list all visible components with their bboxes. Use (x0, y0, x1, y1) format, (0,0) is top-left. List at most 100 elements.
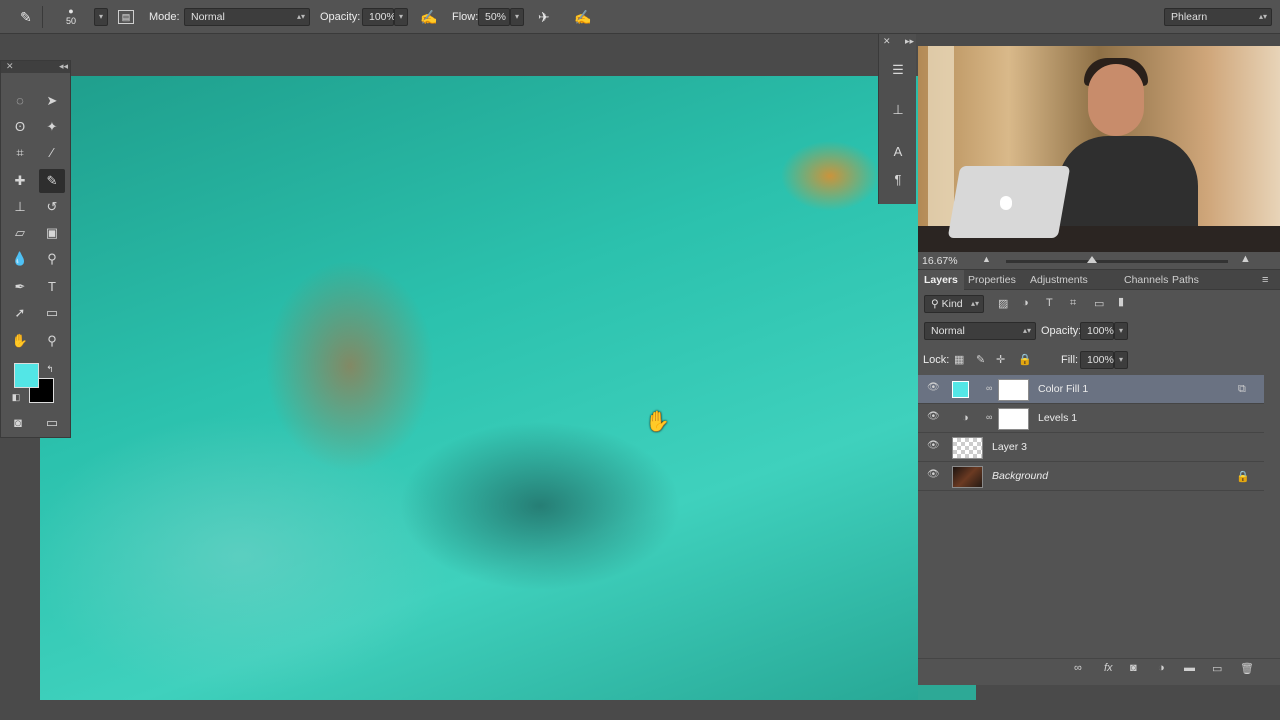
brush-size-picker[interactable]: ● 50 (66, 0, 76, 34)
layer-row-color-fill-1[interactable]: 👁 ∞ Color Fill 1 ⧉ (918, 375, 1264, 404)
paragraph-panel-icon[interactable]: ¶ (885, 168, 911, 192)
layer-mask-thumbnail[interactable] (998, 408, 1029, 430)
pen-tool-icon[interactable]: ✒ (7, 275, 33, 299)
brush-panel-toggle-icon[interactable]: ▤ (118, 0, 134, 34)
zoom-in-icon[interactable]: ▲ (1240, 253, 1251, 265)
layer-row-background[interactable]: 👁 Background 🔒 (918, 462, 1264, 491)
eyedropper-tool-icon[interactable]: ⁄ (39, 141, 65, 165)
link-layers-icon[interactable]: ∞ (1074, 662, 1082, 674)
filter-toggle-icon[interactable]: ▮ (1118, 295, 1124, 308)
mode-dropdown[interactable]: Normal ▴▾ (184, 8, 310, 26)
tab-properties[interactable]: Properties (962, 270, 1022, 290)
marquee-tool-icon[interactable]: ◌ (7, 89, 33, 113)
image-layer-thumbnail[interactable] (952, 466, 983, 488)
swap-colors-icon[interactable]: ↰ (37, 357, 63, 381)
quick-mask-icon[interactable]: ◙ (5, 411, 31, 435)
filter-adjustment-icon[interactable]: ◑ (1022, 297, 1029, 309)
zoom-tool-icon[interactable]: ⚲ (39, 329, 65, 353)
brush-picker-arrow[interactable]: ▾ (94, 8, 108, 26)
link-icon[interactable]: ∞ (986, 383, 992, 393)
move-tool-icon[interactable]: ➤ (39, 89, 65, 113)
type-tool-icon[interactable]: T (39, 275, 65, 299)
dodge-tool-icon[interactable]: ⚲ (39, 247, 65, 271)
tab-layers[interactable]: Layers (918, 270, 964, 290)
fill-arrow[interactable]: ▾ (1114, 351, 1128, 369)
eraser-tool-icon[interactable]: ▱ (7, 221, 33, 245)
layer-style-icon[interactable]: fx (1104, 662, 1113, 674)
transparent-layer-thumbnail[interactable] (952, 437, 983, 459)
new-adjustment-layer-icon[interactable]: ◑ (1158, 662, 1165, 674)
fill-field[interactable]: 100% (1080, 351, 1114, 369)
brush-presets-icon[interactable]: ☰ (885, 58, 911, 82)
layer-opacity-field[interactable]: 100% (1080, 322, 1114, 340)
layer-opacity-arrow[interactable]: ▾ (1114, 322, 1128, 340)
new-group-icon[interactable]: ▬ (1184, 662, 1195, 674)
close-icon[interactable]: ✕ (6, 61, 14, 72)
link-icon[interactable]: ∞ (986, 412, 992, 422)
close-icon[interactable]: ✕ (883, 36, 891, 47)
layer-row-levels-1[interactable]: 👁 ◑ ∞ Levels 1 (918, 404, 1264, 433)
brush-tool-icon[interactable]: ✎ (39, 169, 65, 193)
opacity-label: Opacity: (1041, 325, 1082, 337)
filter-kind-dropdown[interactable]: ⚲ Kind ▴▾ (924, 295, 984, 313)
layer-name[interactable]: Color Fill 1 (1038, 375, 1088, 404)
screen-mode-icon[interactable]: ▭ (39, 411, 65, 435)
gradient-tool-icon[interactable]: ▣ (39, 221, 65, 245)
rectangle-tool-icon[interactable]: ▭ (39, 301, 65, 325)
lock-all-icon[interactable]: 🔒 (1018, 353, 1032, 366)
pressure-size-icon[interactable]: ✍ (574, 0, 591, 34)
layer-mask-thumbnail[interactable] (998, 379, 1029, 401)
collapse-icon[interactable]: ◂◂ (59, 61, 68, 72)
pressure-opacity-icon[interactable]: ✍ (420, 0, 437, 34)
opacity-slider-arrow[interactable]: ▾ (394, 8, 408, 26)
visibility-eye-icon[interactable]: 👁 (927, 469, 941, 481)
expand-panels-icon[interactable]: ▸▸ (905, 36, 914, 47)
flow-field[interactable]: 50% (478, 8, 510, 26)
zoom-slider[interactable] (1006, 260, 1228, 263)
tools-panel-header[interactable]: ✕ ◂◂ (1, 61, 70, 73)
lock-pixels-icon[interactable]: ✎ (976, 353, 985, 366)
history-brush-tool-icon[interactable]: ↺ (39, 195, 65, 219)
blend-mode-dropdown[interactable]: Normal ▴▾ (924, 322, 1036, 340)
filter-smart-object-icon[interactable]: ▭ (1094, 297, 1104, 310)
lock-position-icon[interactable]: ✛ (996, 353, 1005, 366)
clone-source-icon[interactable]: ⊥ (885, 98, 911, 122)
visibility-eye-icon[interactable]: 👁 (927, 440, 941, 452)
character-panel-icon[interactable]: A (885, 140, 911, 164)
zoom-out-icon[interactable]: ▲ (982, 254, 991, 264)
tab-adjustments[interactable]: Adjustments (1024, 270, 1094, 290)
layer-name[interactable]: Levels 1 (1038, 404, 1077, 433)
visibility-eye-icon[interactable]: 👁 (927, 411, 941, 423)
layer-name[interactable]: Background (992, 462, 1048, 491)
tab-paths[interactable]: Paths (1166, 270, 1205, 290)
visibility-eye-icon[interactable]: 👁 (927, 382, 941, 394)
layer-row-layer-3[interactable]: 👁 Layer 3 (918, 433, 1264, 462)
path-selection-tool-icon[interactable]: ➚ (7, 301, 33, 325)
magic-wand-tool-icon[interactable]: ✦ (39, 115, 65, 139)
opacity-field[interactable]: 100% (362, 8, 396, 26)
workspace-switcher[interactable]: Phlearn ▴▾ (1164, 8, 1272, 26)
filter-pixel-icon[interactable]: ▨ (998, 297, 1008, 310)
blur-tool-icon[interactable]: 💧 (7, 247, 33, 271)
lasso-tool-icon[interactable]: ʘ (7, 115, 33, 139)
airbrush-icon[interactable]: ✈ (538, 0, 550, 34)
crop-tool-icon[interactable]: ⌗ (7, 141, 33, 165)
panel-menu-icon[interactable]: ≡ (1262, 274, 1268, 286)
hand-tool-icon[interactable]: ✋ (7, 329, 33, 353)
add-mask-icon[interactable]: ◙ (1130, 662, 1137, 674)
lock-transparency-icon[interactable]: ▦ (954, 353, 964, 366)
filter-type-icon[interactable]: T (1046, 297, 1053, 309)
zoom-slider-knob[interactable] (1087, 256, 1097, 263)
brush-tool-preset-icon[interactable]: ✎ (20, 0, 32, 34)
new-layer-icon[interactable]: ▭ (1212, 662, 1222, 675)
default-colors-icon[interactable]: ◧ (3, 385, 29, 409)
layer-name[interactable]: Layer 3 (992, 433, 1027, 462)
zoom-level[interactable]: 16.67% (922, 252, 958, 270)
filter-shape-icon[interactable]: ⌗ (1070, 297, 1076, 310)
clone-stamp-tool-icon[interactable]: ⊥ (7, 195, 33, 219)
document-canvas[interactable]: ✋ (40, 76, 918, 700)
color-fill-swatch[interactable] (952, 381, 969, 398)
flow-slider-arrow[interactable]: ▾ (510, 8, 524, 26)
delete-layer-icon[interactable]: 🗑 (1240, 662, 1254, 675)
healing-brush-tool-icon[interactable]: ✚ (7, 169, 33, 193)
